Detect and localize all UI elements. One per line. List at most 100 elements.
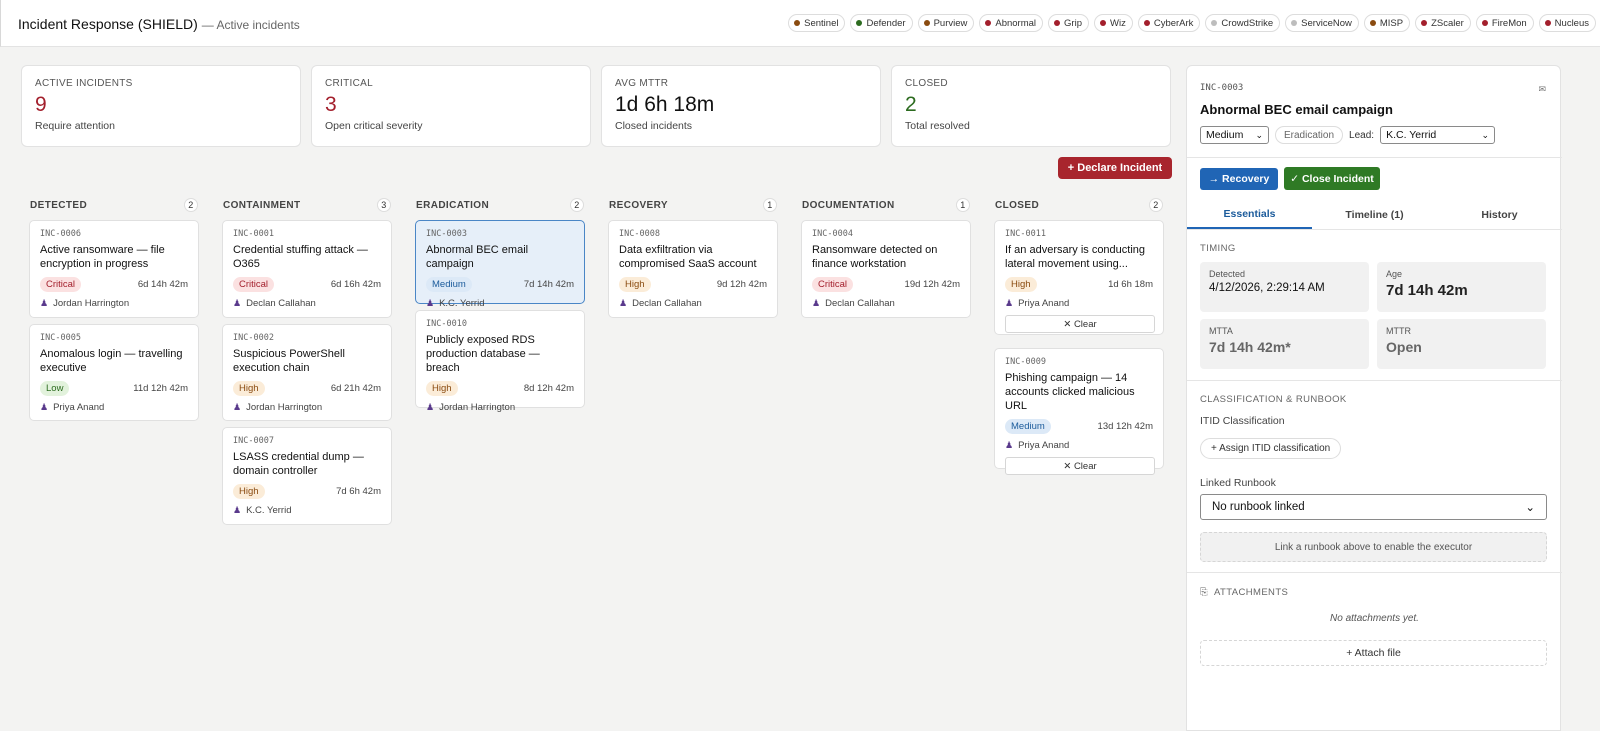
incident-card[interactable]: INC-0005 Anomalous login — travelling exe… bbox=[29, 324, 199, 421]
column-title: CONTAINMENT bbox=[223, 199, 301, 211]
card-incident-id: INC-0005 bbox=[40, 333, 81, 343]
card-title: Phishing campaign — 14 accounts clicked … bbox=[1005, 372, 1135, 412]
card-title: Suspicious PowerShell execution chain bbox=[233, 348, 345, 374]
integration-pill[interactable]: CyberArk bbox=[1137, 14, 1201, 32]
assign-itid-button[interactable]: + Assign ITID classification bbox=[1200, 438, 1342, 459]
card-incident-id: INC-0006 bbox=[40, 229, 81, 239]
timing-label: MTTR bbox=[1386, 326, 1411, 336]
no-attachments-text: No attachments yet. bbox=[1330, 613, 1419, 624]
column-count: 2 bbox=[1149, 198, 1163, 212]
card-age: 1d 6h 18m bbox=[1108, 279, 1153, 290]
panel-tabs: Essentials Timeline (1) History bbox=[1187, 201, 1562, 230]
integration-name: Nucleus bbox=[1554, 17, 1589, 29]
classification-heading: CLASSIFICATION & RUNBOOK bbox=[1200, 394, 1347, 405]
incident-card[interactable]: INC-0003 Abnormal BEC email campaign Mediu… bbox=[415, 220, 585, 309]
tab-timeline[interactable]: Timeline (1) bbox=[1312, 201, 1437, 229]
attachments-heading-text: ATTACHMENTS bbox=[1214, 587, 1289, 598]
runbook-hint: Link a runbook above to enable the execu… bbox=[1200, 532, 1547, 562]
stat-value: 9 bbox=[35, 93, 47, 116]
card-title: Active ransomware — file encryption in p… bbox=[40, 244, 165, 270]
severity-select[interactable]: Medium ⌄ bbox=[1200, 126, 1269, 144]
owner-name: Declan Callahan bbox=[825, 298, 895, 309]
kanban-column-containment: CONTAINMENT 3 INC-0001 Credential stuffing … bbox=[222, 196, 392, 525]
stat-value: 3 bbox=[325, 93, 337, 116]
severity-badge: High bbox=[619, 277, 651, 292]
integration-pill[interactable]: Defender bbox=[850, 14, 913, 32]
card-owner: ♟ K.C. Yerrid bbox=[426, 298, 574, 309]
stat-label: AVG MTTR bbox=[615, 78, 669, 89]
severity-badge: High bbox=[233, 484, 265, 499]
severity-badge: Medium bbox=[426, 277, 472, 292]
status-dot-icon bbox=[794, 20, 801, 26]
stat-desc: Total resolved bbox=[905, 120, 970, 132]
integration-pill[interactable]: Grip bbox=[1048, 14, 1089, 32]
person-icon: ♟ bbox=[619, 298, 628, 308]
integration-pill[interactable]: Sentinel bbox=[788, 14, 846, 32]
status-dot-icon bbox=[923, 20, 930, 26]
divider bbox=[1187, 380, 1562, 381]
clear-button[interactable]: ✕ Clear bbox=[1005, 457, 1155, 475]
email-icon[interactable]: ✉ bbox=[1538, 84, 1546, 95]
declare-incident-button[interactable]: + Declare Incident bbox=[1058, 157, 1172, 179]
incident-card[interactable]: INC-0008 Data exfiltration via compromise… bbox=[608, 220, 778, 318]
incident-card[interactable]: INC-0002 Suspicious PowerShell execution … bbox=[222, 324, 392, 421]
integration-pill[interactable]: Purview bbox=[917, 14, 975, 32]
status-dot-icon bbox=[1211, 20, 1218, 26]
card-owner: ♟ Priya Anand bbox=[40, 402, 188, 413]
itid-label: ITID Classification bbox=[1200, 415, 1285, 427]
status-dot-icon bbox=[1100, 20, 1106, 26]
clear-button[interactable]: ✕ Clear bbox=[1005, 315, 1155, 333]
integration-pill[interactable]: Nucleus bbox=[1538, 14, 1596, 32]
card-age: 6d 16h 42m bbox=[330, 279, 381, 290]
integration-pill[interactable]: Abnormal bbox=[979, 14, 1044, 32]
severity-select-value: Medium bbox=[1206, 129, 1244, 141]
attach-file-button[interactable]: + Attach file bbox=[1200, 640, 1547, 666]
move-to-recovery-button[interactable]: → Recovery bbox=[1200, 168, 1278, 190]
integration-status-list: Sentinel Defender Purview Abnormal Grip Wiz Cy… bbox=[788, 14, 1596, 32]
card-owner: ♟ K.C. Yerrid bbox=[233, 505, 381, 516]
severity-badge: Critical bbox=[812, 277, 854, 292]
incident-card[interactable]: INC-0007 LSASS credential dump — domain c… bbox=[222, 427, 392, 525]
card-owner: ♟ Priya Anand bbox=[1005, 298, 1153, 309]
timing-label: Detected bbox=[1209, 269, 1246, 279]
card-owner: ♟ Jordan Harrington bbox=[40, 298, 188, 309]
person-icon: ♟ bbox=[1005, 440, 1014, 450]
status-dot-icon bbox=[1291, 20, 1298, 26]
card-incident-id: INC-0011 bbox=[1005, 229, 1046, 239]
integration-pill[interactable]: MISP bbox=[1363, 14, 1411, 32]
incident-card[interactable]: INC-0004 Ransomware detected on finance w… bbox=[801, 220, 971, 318]
card-owner: ♟ Priya Anand bbox=[1005, 440, 1153, 451]
incident-card[interactable]: INC-0001 Credential stuffing attack — O36… bbox=[222, 220, 392, 318]
incident-card[interactable]: INC-0011 If an adversary is conducting la… bbox=[994, 220, 1164, 335]
tab-essentials[interactable]: Essentials bbox=[1187, 201, 1312, 229]
lead-select[interactable]: K.C. Yerrid ⌄ bbox=[1380, 126, 1496, 144]
incident-card[interactable]: INC-0006 Active ransomware — file encrypt… bbox=[29, 220, 199, 318]
stat-label: CRITICAL bbox=[325, 78, 373, 89]
incident-card[interactable]: INC-0010 Publicly exposed RDS production … bbox=[415, 310, 585, 413]
integration-pill[interactable]: FireMon bbox=[1475, 14, 1534, 32]
tab-history[interactable]: History bbox=[1437, 201, 1562, 229]
timing-value: Open bbox=[1386, 339, 1422, 355]
status-dot-icon bbox=[1143, 20, 1150, 26]
stat-desc: Require attention bbox=[35, 120, 115, 132]
column-count: 1 bbox=[956, 198, 970, 212]
close-incident-button[interactable]: ✓ Close Incident bbox=[1284, 167, 1380, 190]
divider bbox=[1187, 157, 1562, 158]
integration-name: Wiz bbox=[1110, 17, 1126, 29]
column-header: DETECTED 2 bbox=[29, 196, 199, 214]
card-owner: ♟ Jordan Harrington bbox=[233, 402, 381, 413]
integration-pill[interactable]: CrowdStrike bbox=[1205, 14, 1281, 32]
column-header: DOCUMENTATION 1 bbox=[801, 196, 971, 214]
owner-name: K.C. Yerrid bbox=[246, 505, 292, 516]
runbook-select[interactable]: No runbook linked ⌄ bbox=[1200, 494, 1547, 520]
owner-name: Priya Anand bbox=[53, 402, 105, 413]
incident-card[interactable]: INC-0009 Phishing campaign — 14 accounts … bbox=[994, 348, 1164, 475]
column-title: ERADICATION bbox=[416, 199, 490, 211]
integration-pill[interactable]: ServiceNow bbox=[1285, 14, 1359, 32]
card-owner: ♟ Declan Callahan bbox=[233, 298, 381, 309]
severity-badge: High bbox=[426, 381, 458, 396]
integration-pill[interactable]: ZScaler bbox=[1415, 14, 1471, 32]
kanban-column-recovery: RECOVERY 1 INC-0008 Data exfiltration via c… bbox=[608, 196, 778, 318]
integration-pill[interactable]: Wiz bbox=[1094, 14, 1133, 32]
status-dot-icon bbox=[985, 20, 992, 26]
